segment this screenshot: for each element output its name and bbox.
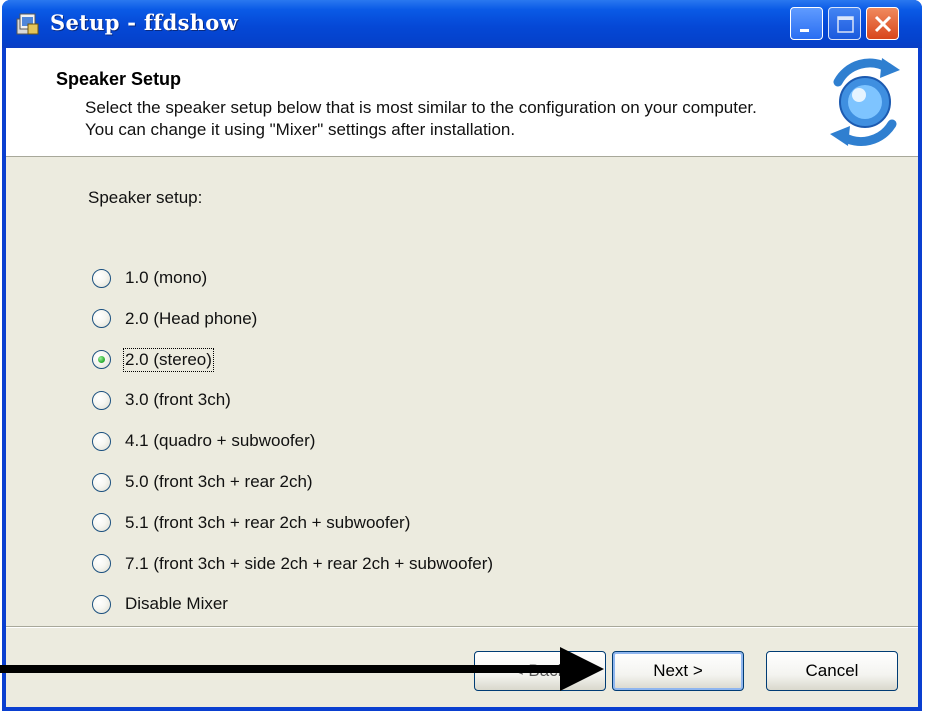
speaker-option-label[interactable]: 2.0 (Head phone): [125, 309, 257, 329]
minimize-icon: [800, 29, 809, 32]
radio-button[interactable]: [92, 390, 111, 410]
arrow-shaft: [0, 665, 566, 673]
speaker-option-label[interactable]: 7.1 (front 3ch + side 2ch + rear 2ch + s…: [125, 554, 493, 574]
next-button[interactable]: Next >: [612, 651, 744, 691]
page-title: Speaker Setup: [56, 69, 182, 89]
page-description: Select the speaker setup below that is m…: [85, 98, 757, 139]
maximize-icon: [837, 16, 854, 33]
speaker-option-3[interactable]: 3.0 (front 3ch): [92, 387, 231, 413]
radio-button[interactable]: [92, 594, 111, 614]
setup-window: Setup - ffdshow Speaker Setup Select the…: [2, 0, 922, 711]
speaker-option-6[interactable]: 5.1 (front 3ch + rear 2ch + subwoofer): [92, 510, 410, 536]
window-title: Setup - ffdshow: [50, 10, 238, 35]
maximize-button[interactable]: [828, 7, 861, 40]
speaker-option-0[interactable]: 1.0 (mono): [92, 265, 207, 291]
arrow-head: [560, 647, 604, 691]
close-button[interactable]: [866, 7, 899, 40]
radio-button[interactable]: [92, 350, 111, 370]
close-icon: [874, 15, 892, 33]
speaker-option-label[interactable]: Disable Mixer: [125, 594, 228, 614]
dialog-body: Speaker Setup Select the speaker setup b…: [6, 48, 918, 707]
setup-logo-icon: [830, 58, 900, 146]
title-bar[interactable]: Setup - ffdshow: [2, 0, 922, 48]
cancel-button[interactable]: Cancel: [766, 651, 898, 691]
radio-selected-dot: [97, 355, 105, 363]
speaker-option-8[interactable]: Disable Mixer: [92, 591, 228, 617]
radio-button[interactable]: [92, 268, 111, 288]
speaker-option-7[interactable]: 7.1 (front 3ch + side 2ch + rear 2ch + s…: [92, 551, 493, 577]
radio-button[interactable]: [92, 472, 111, 492]
radio-button[interactable]: [92, 309, 111, 329]
radio-button[interactable]: [92, 554, 111, 574]
footer-divider: [6, 626, 918, 628]
annotation-arrow: [0, 647, 604, 691]
speaker-option-label[interactable]: 1.0 (mono): [125, 268, 207, 288]
speaker-option-5[interactable]: 5.0 (front 3ch + rear 2ch): [92, 469, 313, 495]
speaker-option-label[interactable]: 2.0 (stereo): [123, 347, 214, 372]
minimize-button[interactable]: [790, 7, 823, 40]
wizard-header: Speaker Setup Select the speaker setup b…: [6, 48, 918, 157]
radio-button[interactable]: [92, 513, 111, 533]
speaker-option-label[interactable]: 3.0 (front 3ch): [125, 390, 231, 410]
speaker-setup-label: Speaker setup:: [88, 188, 203, 207]
speaker-option-label[interactable]: 5.1 (front 3ch + rear 2ch + subwoofer): [125, 513, 410, 533]
speaker-option-1[interactable]: 2.0 (Head phone): [92, 306, 257, 332]
speaker-option-2[interactable]: 2.0 (stereo): [92, 347, 214, 373]
setup-app-icon: [16, 13, 39, 35]
radio-button[interactable]: [92, 431, 111, 451]
speaker-option-label[interactable]: 5.0 (front 3ch + rear 2ch): [125, 472, 313, 492]
speaker-option-label[interactable]: 4.1 (quadro + subwoofer): [125, 431, 315, 451]
speaker-option-4[interactable]: 4.1 (quadro + subwoofer): [92, 428, 315, 454]
